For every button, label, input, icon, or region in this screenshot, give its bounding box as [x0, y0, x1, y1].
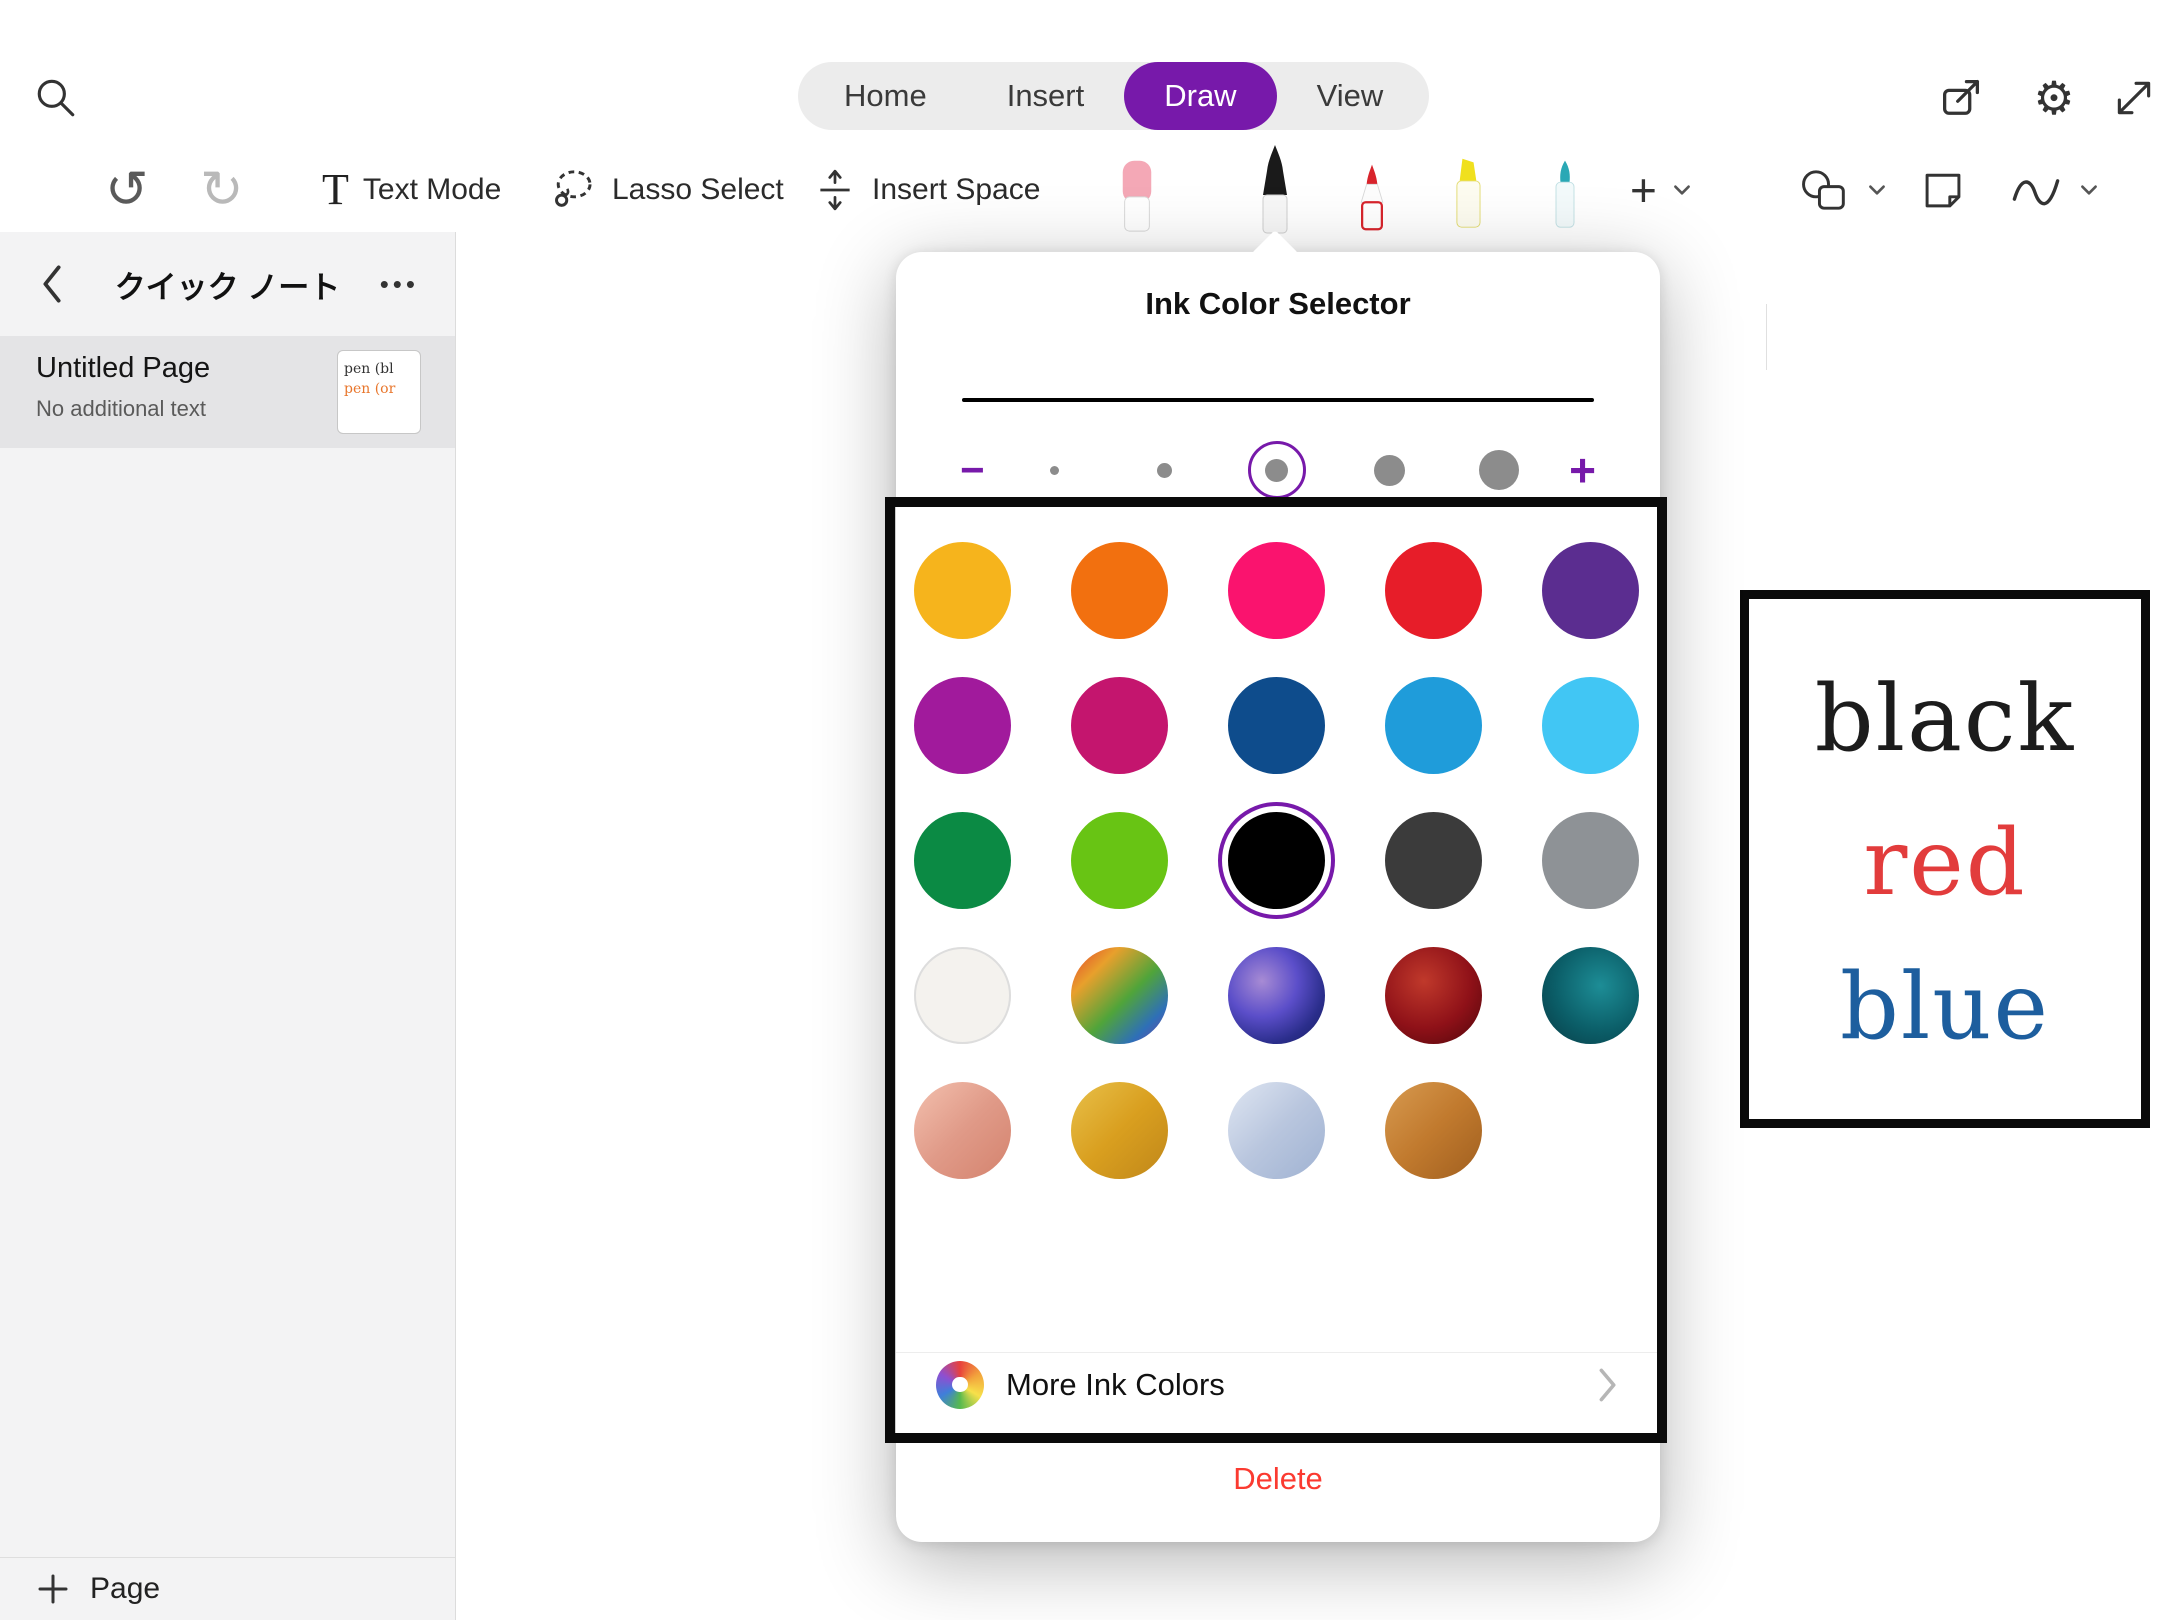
highlighter-yellow-tool[interactable] — [1440, 155, 1496, 229]
pen-teal-tool[interactable] — [1538, 157, 1592, 229]
add-page-button[interactable]: Page — [0, 1557, 455, 1620]
thumbnail-line: pen (or — [344, 379, 414, 399]
chevron-down-icon — [1671, 179, 1693, 201]
fullscreen-button[interactable] — [2108, 72, 2160, 124]
plus-icon: + — [1630, 167, 1657, 213]
lasso-icon — [548, 165, 598, 215]
sidebar-header: クイック ノート ••• — [0, 232, 455, 336]
annotation-box-colors — [885, 497, 1667, 1443]
page-sidebar: クイック ノート ••• Untitled Page No additional… — [0, 232, 456, 1620]
more-options-button[interactable]: ••• — [380, 269, 419, 300]
thickness-dot-0[interactable] — [1029, 444, 1081, 496]
thickness-controls: − + — [896, 442, 1660, 498]
thumbnail-line: pen (bl — [344, 359, 414, 379]
shapes-button[interactable] — [1796, 147, 1888, 232]
handwritten-word-blue: blue — [1840, 935, 2050, 1079]
thickness-dots — [1029, 441, 1526, 499]
lasso-select-button[interactable]: Lasso Select — [548, 147, 784, 232]
thickness-increase-button[interactable]: + — [1569, 447, 1596, 493]
text-mode-label: Text Mode — [363, 173, 501, 207]
share-button[interactable] — [1935, 72, 1987, 124]
search-icon — [33, 75, 79, 121]
undo-icon: ↺ — [105, 160, 149, 220]
pen-red-tool[interactable] — [1345, 161, 1399, 231]
expand-icon — [2111, 75, 2157, 121]
chevron-down-icon — [1866, 179, 1888, 201]
thickness-dot-3[interactable] — [1363, 444, 1415, 496]
handwritten-word-red: red — [1863, 791, 2026, 935]
share-icon — [1937, 74, 1985, 122]
add-pen-button[interactable]: + — [1630, 147, 1693, 232]
undo-button[interactable]: ↺ — [105, 147, 149, 232]
thickness-dot-2[interactable] — [1248, 441, 1306, 499]
lasso-select-label: Lasso Select — [612, 173, 784, 207]
tab-insert[interactable]: Insert — [967, 62, 1125, 130]
settings-button[interactable]: ⚙ — [2028, 72, 2080, 124]
add-page-label: Page — [90, 1572, 160, 1606]
eraser-tool[interactable] — [1108, 157, 1166, 233]
redo-button[interactable]: ↻ — [200, 147, 244, 232]
delete-pen-button[interactable]: Delete — [896, 1434, 1660, 1542]
handwriting-box: blackredblue — [1740, 590, 2150, 1128]
popup-title: Ink Color Selector — [896, 286, 1660, 322]
thickness-decrease-button[interactable]: − — [960, 449, 985, 491]
insert-space-button[interactable]: Insert Space — [812, 147, 1040, 232]
page-title: Untitled Page — [36, 352, 210, 385]
ink-to-shape-button[interactable] — [2008, 147, 2100, 232]
sticky-note-icon — [1918, 165, 1968, 215]
scribble-icon — [2008, 165, 2064, 215]
top-bar: HomeInsertDrawView ⚙ — [0, 0, 2160, 147]
thickness-dot-4[interactable] — [1473, 444, 1525, 496]
insert-space-icon — [812, 167, 858, 213]
plus-icon — [36, 1572, 70, 1606]
chevron-down-icon — [2078, 179, 2100, 201]
gear-icon: ⚙ — [2033, 75, 2074, 121]
shapes-icon — [1796, 165, 1852, 215]
delete-label: Delete — [1233, 1461, 1323, 1497]
pen-black-tool[interactable] — [1246, 143, 1304, 235]
stroke-preview — [962, 398, 1594, 402]
text-mode-button[interactable]: T Text Mode — [322, 147, 501, 232]
page-list-item[interactable]: Untitled Page No additional text pen (bl… — [0, 336, 455, 448]
page-subtitle: No additional text — [36, 396, 206, 422]
text-mode-icon: T — [322, 164, 349, 215]
thickness-dot-1[interactable] — [1138, 444, 1190, 496]
page-thumbnail: pen (bl pen (or — [337, 350, 421, 434]
draw-toolbar: ↺ ↻ T Text Mode Lasso Select Insert Spac… — [0, 147, 2160, 232]
tab-view[interactable]: View — [1277, 62, 1424, 130]
tab-draw[interactable]: Draw — [1124, 62, 1276, 130]
onenote-window: HomeInsertDrawView ⚙ ↺ ↻ T Text Mode — [0, 0, 2160, 1620]
tab-home[interactable]: Home — [804, 62, 967, 130]
redo-icon: ↻ — [200, 160, 244, 220]
insert-space-label: Insert Space — [872, 173, 1040, 207]
sticky-note-button[interactable] — [1918, 147, 1968, 232]
ribbon-tabs: HomeInsertDrawView — [798, 62, 1429, 130]
handwriting-lines: blackredblue — [1815, 647, 2075, 1079]
popup-arrow — [1251, 230, 1299, 278]
handwritten-word-black: black — [1815, 647, 2075, 791]
search-button[interactable] — [30, 72, 82, 124]
